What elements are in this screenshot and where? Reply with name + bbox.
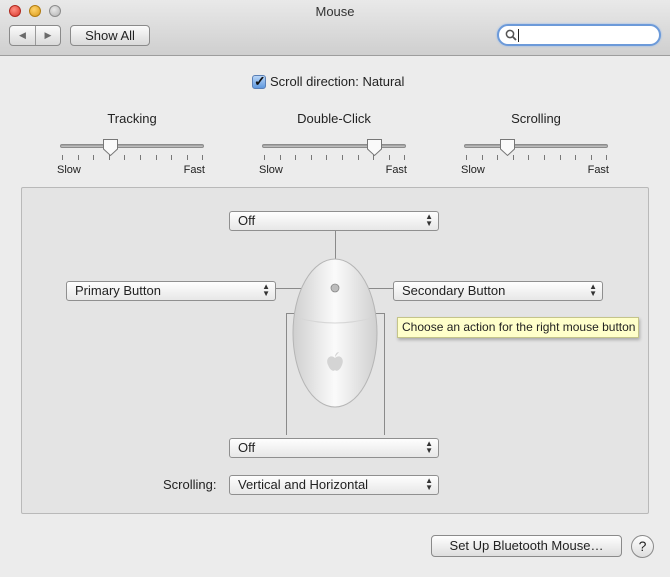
scroll-direction-row[interactable]: Scroll direction: Natural: [252, 73, 405, 90]
slider-tick: [357, 155, 359, 160]
slider-tick: [77, 155, 79, 160]
bottom-left-connector-line: [286, 313, 287, 435]
popup-arrows-icon: ▲ ▼: [425, 439, 433, 455]
double-click-slider-group: Double-Click Slow Fast: [258, 111, 410, 176]
back-arrow-icon: ◀: [19, 30, 26, 40]
scrolling-slider-group: Scrolling Slow Fast: [460, 111, 612, 176]
left-action-popup[interactable]: Primary Button ▲ ▼: [66, 281, 276, 301]
slider-tick: [326, 155, 328, 160]
slider-tick: [186, 155, 188, 160]
slider-tick: [310, 155, 312, 160]
bottom-right-connector-line: [384, 313, 385, 435]
slider-tick: [342, 155, 343, 160]
slider-tick: [202, 155, 204, 160]
right-action-popup[interactable]: Secondary Button ▲ ▼: [393, 281, 603, 301]
slider-tick: [171, 155, 173, 160]
title-toolbar: Mouse ◀ ▶ Show All: [0, 0, 670, 56]
popup-arrows-icon: ▲ ▼: [425, 476, 433, 492]
slider-tick: [93, 155, 95, 160]
slider-tick: [606, 155, 608, 160]
slider-tick: [404, 155, 406, 160]
popup-arrows-icon: ▲ ▼: [589, 282, 597, 298]
top-action-value: Off: [238, 213, 256, 228]
search-input[interactable]: [519, 27, 655, 43]
magic-mouse-image: [292, 258, 378, 408]
forward-arrow-icon: ▶: [44, 30, 52, 40]
slider-tick: [279, 155, 281, 160]
slider-tick: [544, 155, 545, 160]
slider-tick: [140, 155, 141, 160]
popup-arrows-icon: ▲ ▼: [262, 282, 270, 298]
scroll-direction-checkbox[interactable]: [252, 73, 266, 90]
tracking-slider-title: Tracking: [107, 111, 157, 126]
slider-tick: [559, 155, 561, 160]
bottom-action-popup[interactable]: Off ▲ ▼: [229, 438, 439, 458]
tracking-fast-label: Fast: [183, 164, 205, 176]
bottom-action-value: Off: [238, 440, 256, 455]
double-click-slow-label: Slow: [259, 164, 283, 176]
scroll-direction-label: Scroll direction: Natural: [270, 74, 405, 89]
back-forward-group: ◀ ▶: [9, 25, 61, 46]
scrolling-mode-label: Scrolling:: [163, 477, 217, 492]
scrolling-slider-track[interactable]: [464, 144, 608, 148]
tracking-slider-group: Tracking Slow Fast: [56, 111, 208, 176]
scrolling-slider-title: Scrolling: [511, 111, 561, 126]
slider-tick: [466, 155, 467, 160]
right-action-value: Secondary Button: [402, 283, 506, 298]
scrolling-fast-label: Fast: [587, 164, 609, 176]
forward-button[interactable]: ▶: [34, 26, 60, 45]
set-up-bluetooth-mouse-button[interactable]: Set Up Bluetooth Mouse…: [431, 535, 622, 557]
scrolling-mode-popup[interactable]: Vertical and Horizontal ▲ ▼: [229, 475, 439, 495]
double-click-slider-title: Double-Click: [297, 111, 371, 126]
tracking-slow-label: Slow: [57, 164, 81, 176]
tracking-slider-thumb[interactable]: [102, 138, 119, 157]
slider-tick: [590, 155, 592, 160]
double-click-fast-label: Fast: [385, 164, 407, 176]
slider-tick: [528, 155, 530, 160]
slider-tick: [388, 155, 390, 160]
back-button[interactable]: ◀: [10, 26, 35, 45]
search-field[interactable]: [497, 24, 661, 46]
popup-arrows-icon: ▲ ▼: [425, 212, 433, 228]
left-action-value: Primary Button: [75, 283, 161, 298]
scrolling-slider-thumb[interactable]: [499, 138, 516, 157]
slider-tick: [295, 155, 297, 160]
double-click-slider-thumb[interactable]: [366, 138, 383, 157]
top-action-popup[interactable]: Off ▲ ▼: [229, 211, 439, 231]
mouse-preferences-window: Mouse ◀ ▶ Show All Scroll direction: Nat…: [0, 0, 670, 577]
right-button-tooltip: Choose an action for the right mouse but…: [397, 317, 639, 338]
slider-tick: [481, 155, 483, 160]
slider-tick: [62, 155, 63, 160]
help-button[interactable]: ?: [631, 535, 654, 558]
window-title: Mouse: [315, 4, 355, 19]
scrolling-slow-label: Slow: [461, 164, 485, 176]
double-click-slider-track[interactable]: [262, 144, 406, 148]
slider-tick: [124, 155, 126, 160]
search-icon: [505, 29, 517, 41]
show-all-button[interactable]: Show All: [70, 25, 150, 46]
slider-tick: [155, 155, 157, 160]
slider-tick: [264, 155, 265, 160]
tracking-slider-track[interactable]: [60, 144, 204, 148]
slider-tick: [575, 155, 577, 160]
scrolling-mode-value: Vertical and Horizontal: [238, 477, 369, 492]
